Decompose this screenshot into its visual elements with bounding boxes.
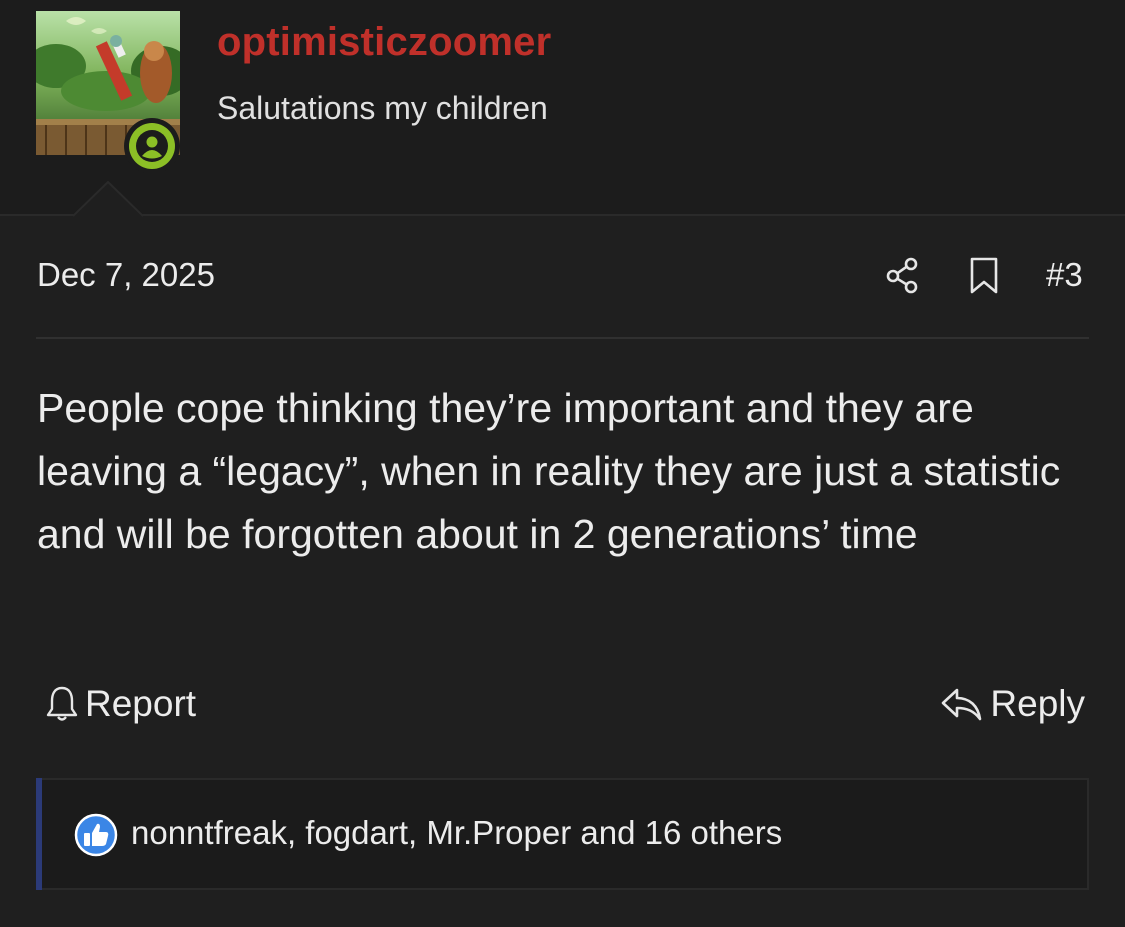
post-body: People cope thinking they’re important a… xyxy=(37,385,1061,557)
username-link[interactable]: optimisticzoomer xyxy=(217,20,551,65)
avatar-container[interactable] xyxy=(36,11,180,174)
meta-divider xyxy=(36,337,1089,339)
share-icon xyxy=(886,257,918,294)
user-icon xyxy=(136,130,168,162)
post-date[interactable]: Dec 7, 2025 xyxy=(37,256,215,294)
reactions-accent-bar xyxy=(36,778,42,890)
reply-arrow-icon xyxy=(942,688,982,721)
report-button[interactable]: Report xyxy=(44,682,196,726)
forum-post: optimisticzoomer Salutations my children… xyxy=(0,0,1125,927)
bookmark-icon xyxy=(970,257,998,294)
reply-label: Reply xyxy=(990,683,1085,724)
reactions-list-link[interactable]: nonntfreak, fogdart, Mr.Proper and 16 ot… xyxy=(131,814,782,852)
header-divider xyxy=(0,214,1125,216)
share-button[interactable] xyxy=(883,255,923,295)
post-number-link[interactable]: #3 xyxy=(1046,256,1083,294)
user-title: Salutations my children xyxy=(217,90,548,126)
bookmark-button[interactable] xyxy=(964,255,1004,295)
online-status-indicator xyxy=(129,123,175,169)
user-header: optimisticzoomer Salutations my children xyxy=(0,0,1125,215)
like-reaction-icon[interactable] xyxy=(74,813,118,857)
bell-icon xyxy=(46,686,78,721)
report-label: Report xyxy=(85,683,197,724)
thumbs-up-icon xyxy=(74,813,118,857)
message-pointer xyxy=(73,181,143,217)
online-status-badge xyxy=(124,118,180,174)
reply-button[interactable]: Reply xyxy=(940,682,1085,726)
